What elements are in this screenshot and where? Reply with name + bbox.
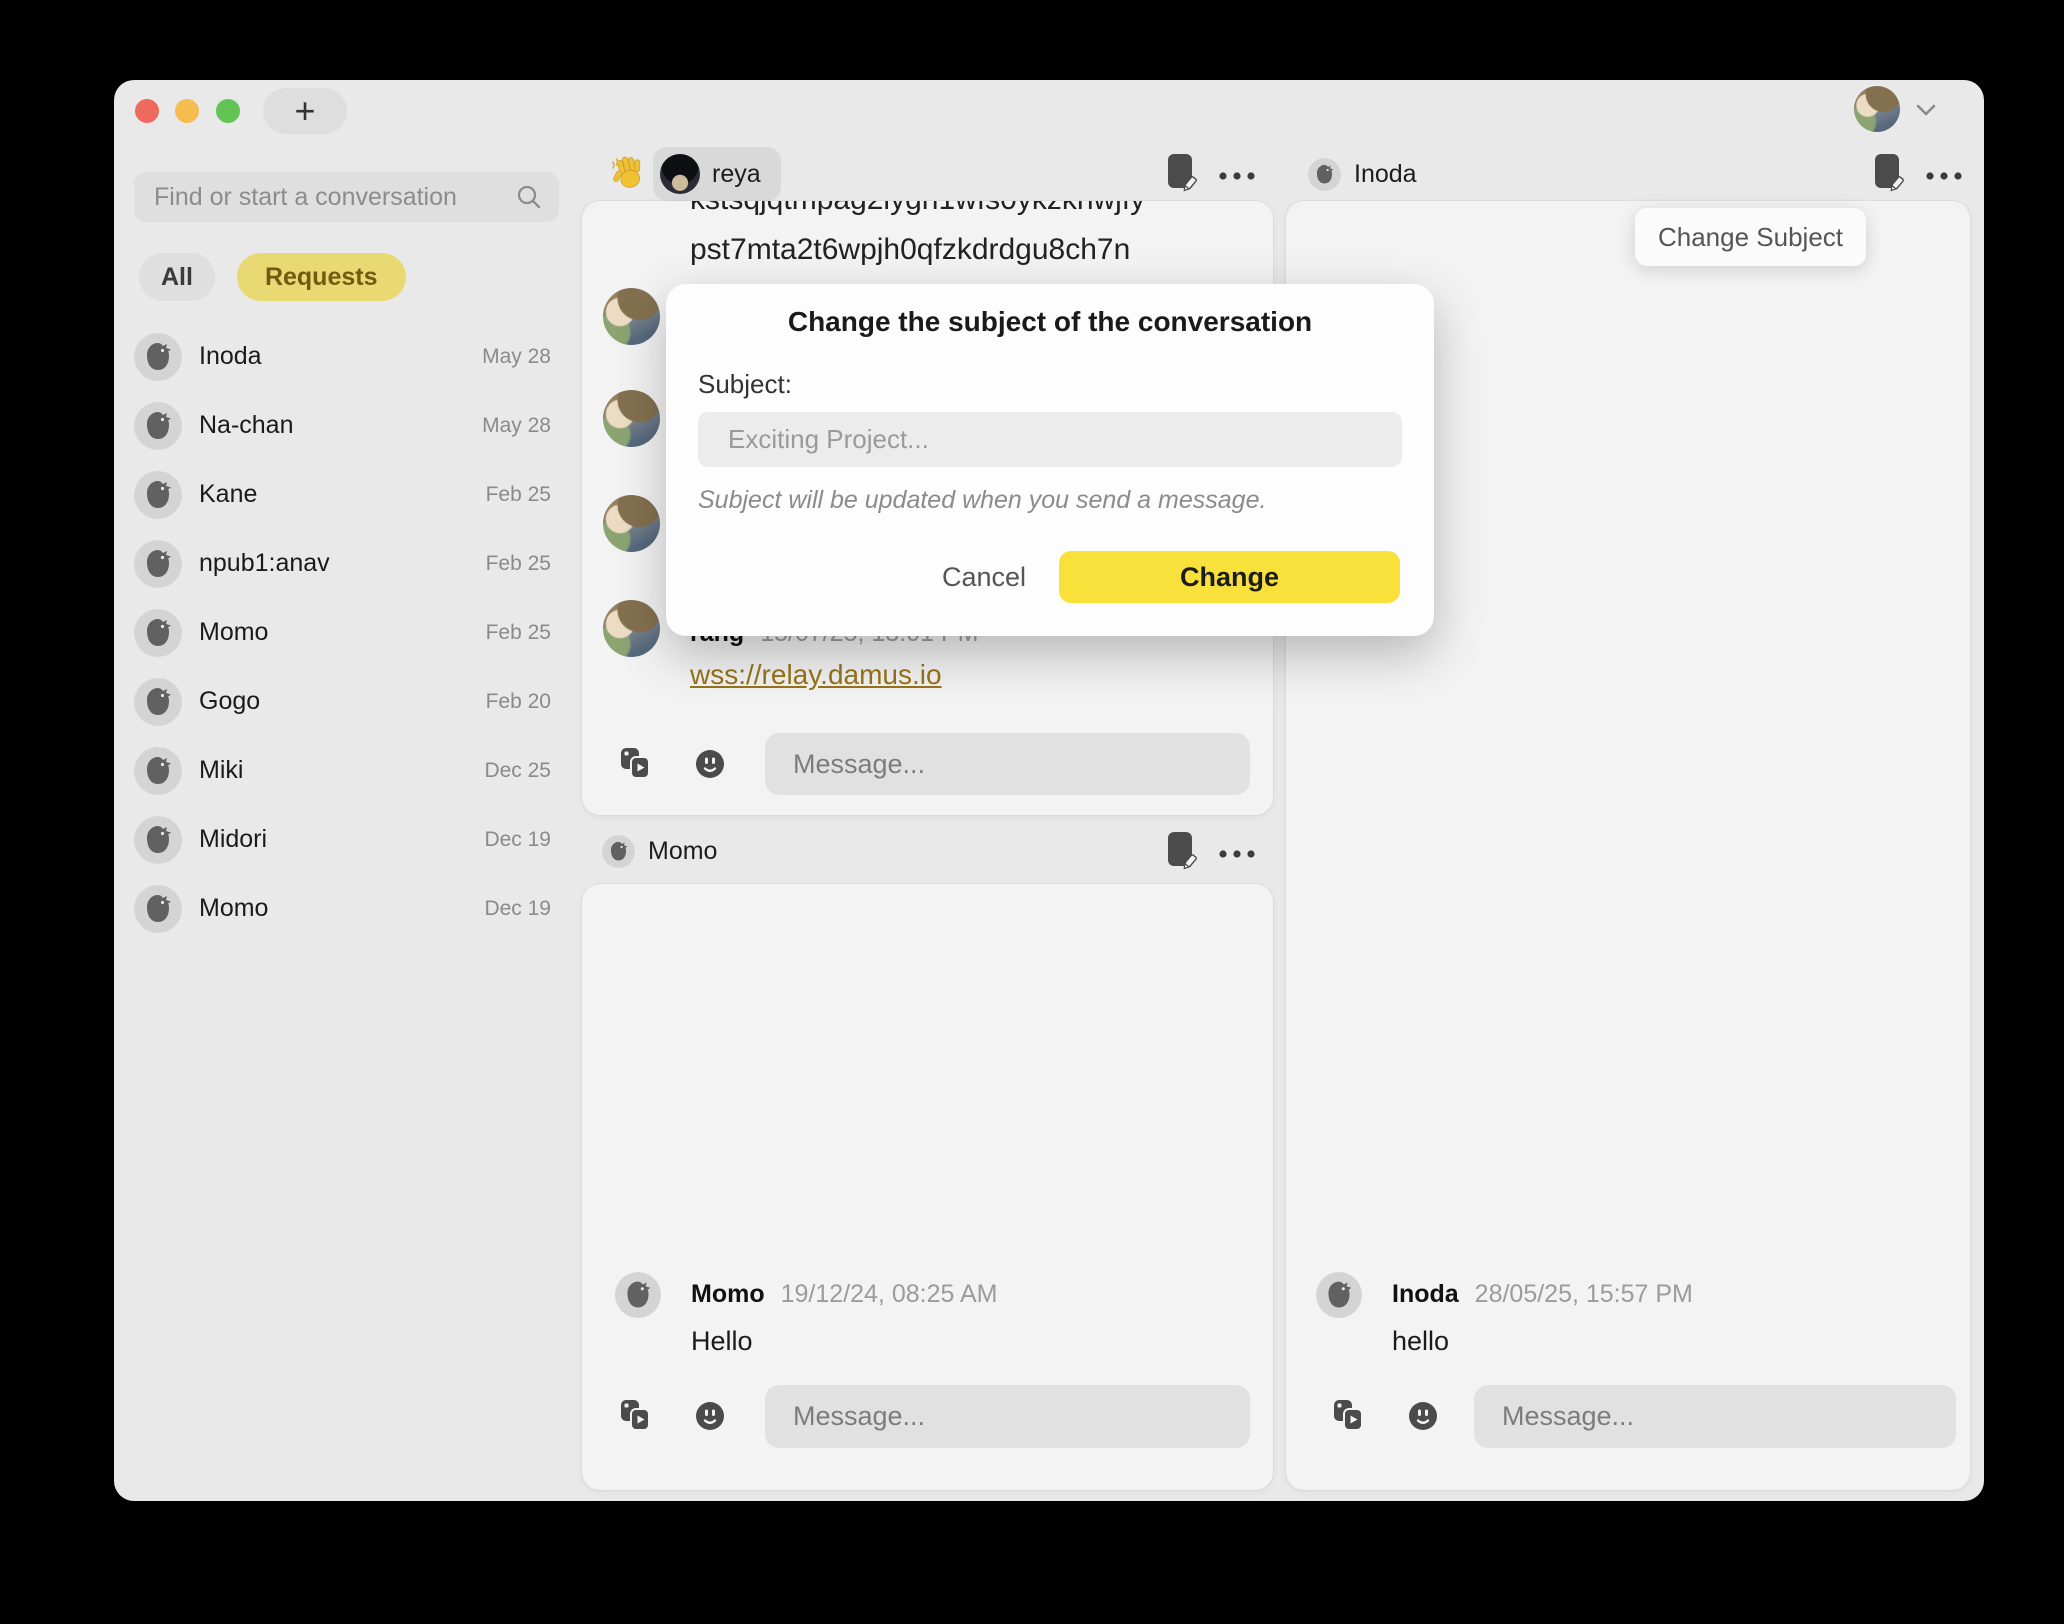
default-avatar-icon <box>615 1272 661 1318</box>
conversation-row[interactable]: Midori Dec 19 <box>134 805 559 874</box>
message-sender: Inoda <box>1392 1280 1459 1308</box>
more-options-icon[interactable] <box>1218 168 1258 186</box>
relay-link[interactable]: wss://relay.damus.io <box>690 659 942 690</box>
conversation-date: May 28 <box>482 414 559 438</box>
cancel-button[interactable]: Cancel <box>918 551 1050 603</box>
emoji-icon[interactable] <box>695 749 725 784</box>
default-avatar-icon <box>134 471 182 519</box>
search-input[interactable]: Find or start a conversation <box>134 172 559 222</box>
conversation-name: Kane <box>199 480 257 509</box>
attach-media-icon[interactable] <box>620 1399 652 1437</box>
attach-media-icon[interactable] <box>620 747 652 785</box>
conversation-row[interactable]: Momo Dec 19 <box>134 874 559 943</box>
default-avatar-icon <box>134 540 182 588</box>
message-input[interactable]: Message... <box>1474 1385 1956 1448</box>
conversation-name: npub1:anav <box>199 549 330 578</box>
emoji-icon[interactable] <box>1408 1401 1438 1436</box>
conversation-date: Dec 25 <box>484 759 559 783</box>
chat-panel-momo: Momo 19/12/24, 08:25 AM Hello Message... <box>582 884 1273 1490</box>
chat-title-reya[interactable]: reya <box>653 147 781 201</box>
subject-helper-text: Subject will be updated when you send a … <box>698 486 1266 515</box>
filter-requests-button[interactable]: Requests <box>237 253 406 301</box>
dialog-title: Change the subject of the conversation <box>666 306 1434 338</box>
conversation-name: Na-chan <box>199 411 294 440</box>
conversation-date: Feb 20 <box>486 690 559 714</box>
subject-input[interactable]: Exciting Project... <box>698 412 1402 467</box>
reya-avatar <box>660 154 700 194</box>
message-input[interactable]: Message... <box>765 733 1250 795</box>
conversation-row[interactable]: Inoda May 28 <box>134 322 559 391</box>
npub-text-clipped: kstsqjqtmpag2iygn1wfs0ykzknwjfy <box>690 201 1145 217</box>
conversation-row[interactable]: Miki Dec 25 <box>134 736 559 805</box>
default-avatar-icon <box>1316 1272 1362 1318</box>
minimize-window-button[interactable] <box>175 99 199 123</box>
conversation-row[interactable]: Na-chan May 28 <box>134 391 559 460</box>
close-window-button[interactable] <box>135 99 159 123</box>
search-icon <box>515 183 543 211</box>
chat-title-label: reya <box>712 160 761 189</box>
conversation-name: Midori <box>199 825 267 854</box>
conversation-row[interactable]: npub1:anav Feb 25 <box>134 529 559 598</box>
conversation-name: Miki <box>199 756 243 785</box>
user-account-avatar[interactable] <box>1854 86 1900 132</box>
chevron-down-icon[interactable] <box>1914 102 1938 123</box>
subject-label: Subject: <box>698 369 792 400</box>
conversation-row[interactable]: Momo Feb 25 <box>134 598 559 667</box>
zoom-window-button[interactable] <box>216 99 240 123</box>
conversation-date: Dec 19 <box>484 828 559 852</box>
default-avatar-icon <box>602 835 635 868</box>
rang-avatar <box>603 288 660 345</box>
change-button[interactable]: Change <box>1059 551 1400 603</box>
conversation-date: Feb 25 <box>486 621 559 645</box>
rang-avatar <box>603 600 660 657</box>
conversation-date: Feb 25 <box>486 483 559 507</box>
attach-media-icon[interactable] <box>1333 1399 1365 1437</box>
conversation-name: Momo <box>199 894 268 923</box>
message-input[interactable]: Message... <box>765 1385 1250 1448</box>
emoji-icon[interactable] <box>695 1401 725 1436</box>
message-sender: Momo <box>691 1280 765 1308</box>
chat-title-inoda[interactable]: Inoda <box>1354 160 1417 189</box>
new-chat-button[interactable]: + <box>263 88 347 134</box>
conversation-name: Gogo <box>199 687 260 716</box>
change-subject-tooltip: Change Subject <box>1635 208 1866 266</box>
default-avatar-icon <box>134 333 182 381</box>
default-avatar-icon <box>134 678 182 726</box>
change-subject-dialog: Change the subject of the conversation S… <box>666 284 1434 636</box>
message-timestamp: 19/12/24, 08:25 AM <box>781 1280 998 1308</box>
default-avatar-icon <box>134 402 182 450</box>
filter-all-button[interactable]: All <box>139 253 215 301</box>
default-avatar-icon <box>134 816 182 864</box>
more-options-icon[interactable] <box>1925 168 1965 186</box>
more-options-icon[interactable] <box>1218 846 1258 864</box>
rang-avatar <box>603 495 660 552</box>
search-placeholder: Find or start a conversation <box>154 183 515 212</box>
conversation-row[interactable]: Gogo Feb 20 <box>134 667 559 736</box>
app-window: + Find or start a conversation All Reque… <box>114 80 1984 1501</box>
waving-hand-icon <box>610 154 648 197</box>
message-text: Hello <box>691 1326 753 1357</box>
conversation-name: Inoda <box>199 342 262 371</box>
message-timestamp: 28/05/25, 15:57 PM <box>1475 1280 1693 1308</box>
conversation-list: Inoda May 28 Na-chan May 28 Kane Feb 25 … <box>134 322 559 943</box>
chat-title-momo[interactable]: Momo <box>648 837 717 866</box>
conversation-row[interactable]: Kane Feb 25 <box>134 460 559 529</box>
default-avatar-icon <box>134 609 182 657</box>
conversation-name: Momo <box>199 618 268 647</box>
conversation-date: May 28 <box>482 345 559 369</box>
rang-avatar <box>603 390 660 447</box>
note-edit-icon[interactable] <box>1873 152 1905 201</box>
npub-text: pst7mta2t6wpjh0qfzkdrdgu8ch7n <box>690 233 1130 267</box>
conversation-date: Feb 25 <box>486 552 559 576</box>
default-avatar-icon <box>1308 158 1341 191</box>
conversation-date: Dec 19 <box>484 897 559 921</box>
note-edit-icon[interactable] <box>1166 152 1198 201</box>
message-text: hello <box>1392 1326 1449 1357</box>
note-edit-icon[interactable] <box>1166 830 1198 879</box>
default-avatar-icon <box>134 747 182 795</box>
default-avatar-icon <box>134 885 182 933</box>
